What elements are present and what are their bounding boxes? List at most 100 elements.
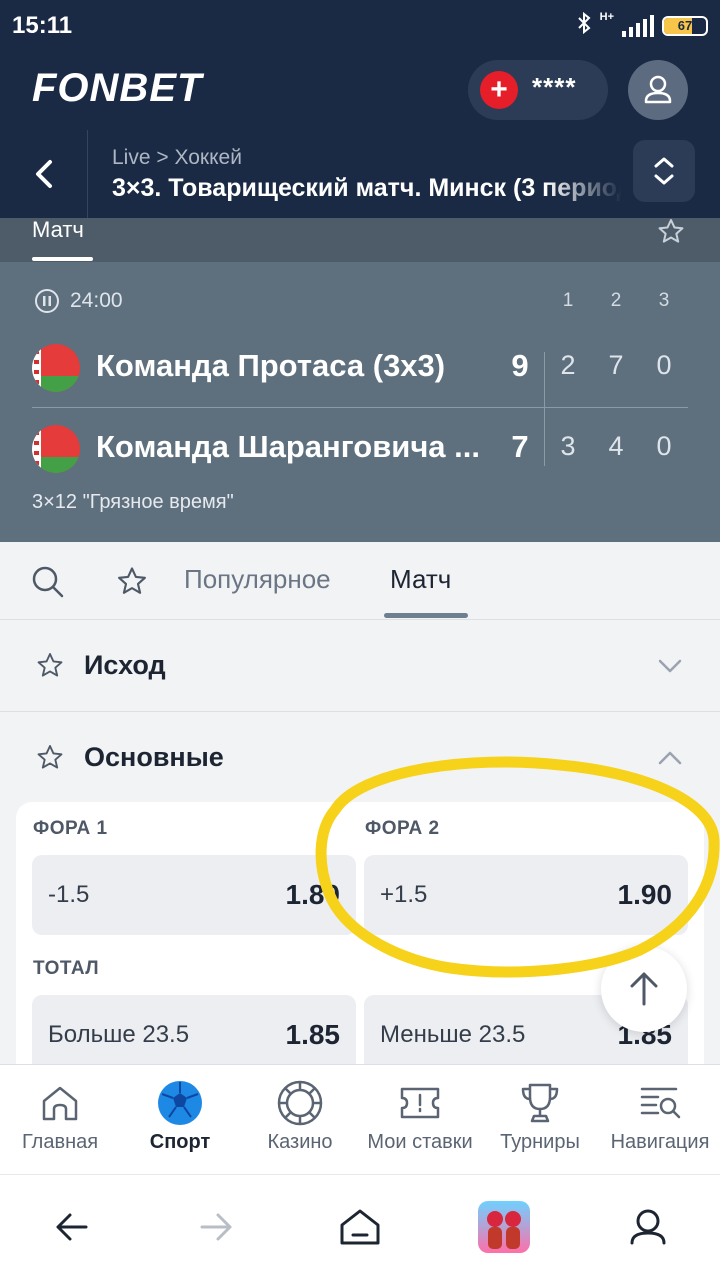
battery-level: 67 (677, 18, 693, 33)
arrow-left-icon[interactable] (44, 1199, 100, 1255)
chevron-down-icon[interactable] (654, 652, 686, 680)
chevron-up-down-icon (654, 157, 674, 185)
arrow-up-icon (630, 972, 658, 1006)
belarus-flag-icon (32, 425, 80, 473)
nav-label: Главная (21, 1131, 99, 1153)
expand-button[interactable] (633, 140, 695, 202)
odd-button-total-over[interactable]: Больше 23.5 1.85 (32, 995, 356, 1064)
star-icon[interactable] (34, 742, 66, 774)
nav-casino[interactable]: Казино (240, 1065, 360, 1175)
team-total-score: 9 (511, 348, 529, 383)
period-score: 3 (560, 431, 576, 461)
favorites-star-icon[interactable] (114, 564, 150, 600)
star-icon[interactable] (34, 650, 66, 682)
bluetooth-icon (576, 11, 592, 41)
belarus-flag-icon (32, 344, 80, 392)
team-row-home: Команда Протаса (3х3) 9 2 7 0 (0, 326, 720, 406)
status-icons: H+ 67 (576, 11, 708, 41)
browser-profile-icon[interactable] (620, 1199, 676, 1255)
period-score: 7 (608, 350, 624, 380)
section-outcome[interactable]: Исход (0, 620, 720, 712)
deposit-plus-icon[interactable]: + (480, 71, 518, 109)
section-title: Основные (84, 742, 224, 772)
section-main[interactable]: Основные (0, 712, 720, 802)
breadcrumb[interactable]: Live > Хоккей (112, 146, 242, 170)
odd-value: 1.80 (285, 879, 341, 910)
active-tab-indicator (384, 613, 468, 618)
scoreboard: 24:00 1 2 3 Команда Протаса (3х3) 9 2 7 … (0, 262, 720, 542)
back-button[interactable] (0, 130, 88, 218)
period-score: 0 (656, 431, 672, 461)
tab-match-header[interactable]: Матч (32, 217, 84, 243)
bottom-nav: Главная Спорт Казино Мои ставки Турниры (0, 1064, 720, 1174)
trophy-icon (521, 1083, 559, 1123)
navigation-list-icon (640, 1087, 681, 1119)
balance-value: **** (532, 72, 577, 102)
balance-button[interactable]: + **** (468, 60, 608, 120)
browser-bar (0, 1174, 720, 1280)
nav-navigation[interactable]: Навигация (600, 1065, 720, 1175)
status-bar: 15:11 H+ 67 (0, 0, 720, 50)
nav-label: Мои ставки (367, 1131, 473, 1153)
breadcrumb-bar: Live > Хоккей 3×3. Товарищеский матч. Ми… (0, 130, 720, 218)
nav-tournaments[interactable]: Турниры (480, 1065, 600, 1175)
app-header: FONBET + **** (0, 50, 720, 130)
signal-icon (622, 15, 654, 37)
chevron-left-icon (36, 160, 52, 188)
tab-match[interactable]: Матч (390, 564, 451, 595)
market-tabs: Популярное Матч (0, 542, 720, 620)
tab-popular[interactable]: Популярное (184, 564, 331, 595)
status-time: 15:11 (12, 12, 73, 39)
odd-name: Больше 23.5 (48, 1021, 190, 1048)
market-label: ТОТАЛ (33, 958, 100, 979)
nav-label: Навигация (610, 1131, 710, 1153)
market-label: ФОРА 2 (365, 818, 440, 839)
fonbet-logo[interactable]: FONBET (32, 66, 202, 111)
period-score: 2 (560, 350, 576, 380)
nav-label: Турниры (500, 1131, 580, 1153)
nav-my-bets[interactable]: Мои ставки (360, 1065, 480, 1175)
nav-home[interactable]: Главная (0, 1065, 120, 1175)
user-icon (644, 75, 672, 104)
market-label: ФОРА 1 (33, 818, 108, 839)
team-name: Команда Шаранговича ... (96, 429, 481, 464)
battery-icon: 67 (662, 16, 708, 36)
profile-button[interactable] (628, 60, 688, 120)
odd-value: 1.90 (617, 879, 673, 910)
casino-chip-icon (277, 1080, 323, 1126)
period-header-3: 3 (658, 290, 670, 311)
network-type: H+ (599, 11, 614, 23)
nav-sport[interactable]: Спорт (120, 1065, 240, 1175)
odd-button-fora1[interactable]: -1.5 1.80 (32, 855, 356, 935)
star-icon (658, 219, 684, 243)
soccer-ball-icon (158, 1081, 202, 1125)
team-row-away: Команда Шаранговича ... 7 3 4 0 (0, 407, 720, 487)
period-header-2: 2 (610, 290, 622, 311)
tab-underline (32, 257, 93, 261)
chevron-up-icon[interactable] (654, 744, 686, 772)
odd-value: 1.85 (285, 1019, 341, 1050)
team-total-score: 7 (511, 429, 529, 464)
odd-button-fora2[interactable]: +1.5 1.90 (364, 855, 688, 935)
app-thumbnail-icon[interactable] (478, 1201, 530, 1253)
ticket-icon (400, 1087, 440, 1119)
match-tab-strip: Матч (0, 216, 720, 262)
nav-label: Казино (267, 1131, 333, 1153)
scroll-top-button[interactable] (601, 946, 687, 1032)
arrow-right-icon[interactable] (188, 1199, 244, 1255)
favorite-match-button[interactable] (655, 216, 687, 253)
odd-name: +1.5 (380, 881, 428, 908)
team-name: Команда Протаса (3х3) (96, 348, 446, 383)
page-title: 3×3. Товарищеский матч. Минск (3 периода… (112, 174, 622, 202)
browser-home-icon[interactable] (332, 1199, 388, 1255)
home-icon (42, 1086, 78, 1121)
period-header-1: 1 (562, 290, 574, 311)
match-clock: 24:00 (34, 288, 123, 314)
nav-label: Спорт (149, 1131, 211, 1153)
pause-icon (35, 289, 59, 313)
period-score: 0 (656, 350, 672, 380)
clock-time: 24:00 (70, 289, 123, 312)
section-title: Исход (84, 650, 166, 680)
search-icon[interactable] (28, 562, 68, 602)
odd-name: Меньше 23.5 (380, 1021, 526, 1048)
